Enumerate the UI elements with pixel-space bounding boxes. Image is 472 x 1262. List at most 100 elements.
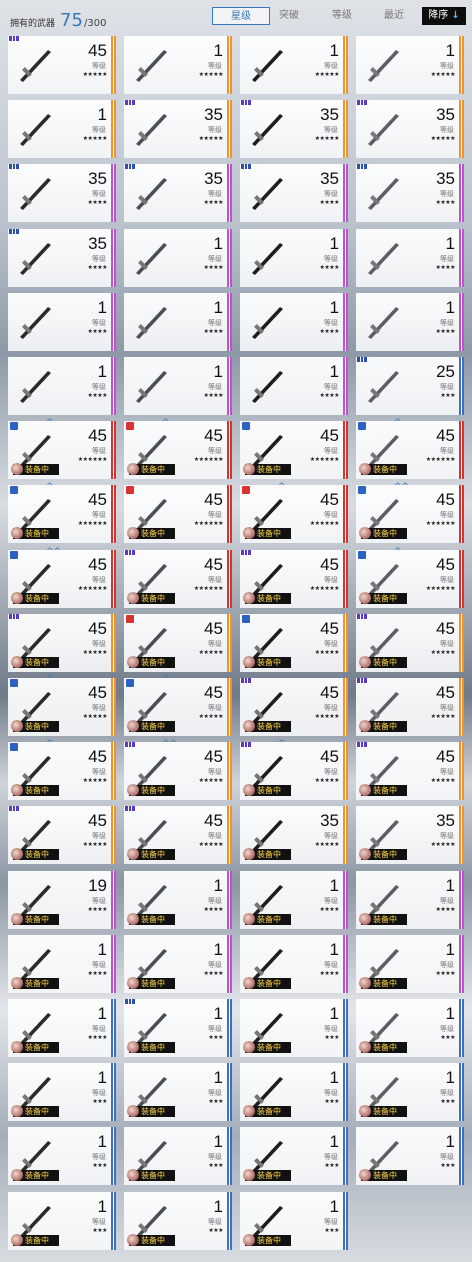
weapon-card[interactable]: ^ 45 等级 ★★★★★★ 装备中 — [8, 418, 116, 480]
lock-icon[interactable] — [10, 679, 18, 687]
weapon-card[interactable]: 1 等级 ★★★★ — [124, 292, 232, 351]
weapon-card[interactable]: 1 等级 ★★★★ 装备中 — [356, 934, 464, 993]
weapon-card[interactable]: 35 等级 ★★★★★ 装备中 — [356, 806, 464, 865]
weapon-card[interactable]: 35 等级 ★★★★★ — [356, 100, 464, 159]
weapon-card[interactable]: 1 等级 ★★★ 装备中 — [8, 1127, 116, 1186]
lock-icon[interactable] — [126, 422, 134, 431]
weapon-card[interactable]: ^ 45 等级 ★★★★★ 装备中 — [8, 675, 116, 736]
weapon-card[interactable]: 1 等级 ★★★★ — [8, 292, 116, 351]
lock-icon[interactable] — [10, 743, 18, 752]
weapon-card[interactable]: 45 等级 ★★★★★ 装备中 — [356, 742, 464, 801]
weapon-card[interactable]: 45 等级 ★★★★★ 装备中 — [240, 678, 348, 736]
weapon-card[interactable]: 1 等级 ★★★ 装备中 — [240, 1191, 348, 1250]
lock-icon[interactable] — [126, 486, 134, 495]
weapon-card[interactable]: 19 等级 ★★★★ 装备中 — [8, 870, 116, 929]
weapon-card[interactable]: 45 等级 ★★★★★ 装备中 — [124, 806, 232, 865]
weapon-card[interactable]: 45 等级 ★★★★★ 装备中 — [240, 613, 348, 672]
weapon-level: 45 — [88, 683, 107, 702]
lock-icon[interactable] — [242, 614, 250, 623]
equipped-badge: 装备中 — [243, 848, 291, 861]
equipped-badge: 装备中 — [243, 527, 291, 540]
weapon-card[interactable]: 35 等级 ★★★★ — [240, 164, 348, 223]
weapon-card[interactable]: 35 等级 ★★★★★ 装备中 — [240, 806, 348, 865]
weapon-card[interactable]: 1 等级 ★★★★ 装备中 — [124, 934, 232, 993]
weapon-card[interactable]: 1 等级 ★★★★ 装备中 — [124, 870, 232, 929]
lock-icon[interactable] — [242, 422, 250, 431]
rarity-bar — [459, 36, 464, 94]
lock-icon[interactable] — [358, 486, 366, 495]
weapon-card[interactable]: 1 等级 ★★★ 装备中 — [124, 1063, 232, 1122]
weapon-card[interactable]: 45 等级 ★★★★★ 装备中 — [124, 613, 232, 672]
weapon-card[interactable]: 1 等级 ★★★★ — [240, 228, 348, 287]
weapon-card[interactable]: 35 等级 ★★★★ — [8, 164, 116, 223]
weapon-card[interactable]: 1 等级 ★★★★ — [240, 357, 348, 415]
lock-icon[interactable] — [242, 486, 250, 495]
weapon-card[interactable]: 1 等级 ★★★★ 装备中 — [240, 870, 348, 929]
sort-button[interactable]: 降序 ↓ — [422, 7, 466, 25]
weapon-card[interactable]: 1 等级 ★★★ 装备中 — [240, 999, 348, 1057]
weapon-card[interactable]: 1 等级 ★★★★ — [124, 228, 232, 287]
weapon-card[interactable]: 45 等级 ★★★★★★ 装备中 — [240, 549, 348, 608]
weapon-card[interactable]: 1 等级 ★★★★ 装备中 — [240, 934, 348, 993]
tab-breakthrough[interactable]: 突破 — [260, 7, 318, 25]
lock-icon[interactable] — [126, 679, 134, 687]
weapon-card[interactable]: 1 等级 ★★★ 装备中 — [356, 1063, 464, 1122]
lock-icon[interactable] — [358, 422, 366, 431]
tab-recent[interactable]: 最近 — [365, 7, 423, 25]
weapon-card[interactable]: 1 等级 ★★★ 装备中 — [356, 999, 464, 1057]
weapon-card[interactable]: 1 等级 ★★★ 装备中 — [8, 1191, 116, 1250]
weapon-card[interactable]: 1 等级 ★★★★ — [356, 292, 464, 351]
weapon-card[interactable]: 45 等级 ★★★★★★ 装备中 — [240, 421, 348, 480]
weapon-card[interactable]: 1 等级 ★★★ 装备中 — [240, 1127, 348, 1186]
level-label: 等级 — [324, 254, 338, 263]
weapon-card[interactable]: 1 等级 ★★★ 装备中 — [356, 1127, 464, 1186]
weapon-card[interactable]: 35 等级 ★★★★★ — [240, 100, 348, 159]
weapon-card[interactable]: 1 等级 ★★★★★ — [124, 36, 232, 94]
weapon-card[interactable]: 45 等级 ★★★★★ 装备中 — [8, 613, 116, 672]
weapon-card[interactable]: 1 等级 ★★★★ — [356, 228, 464, 287]
tab-level[interactable]: 等级 — [313, 7, 371, 25]
weapon-card[interactable]: ^ 45 等级 ★★★★★ 装备中 — [124, 675, 232, 736]
weapon-card[interactable]: 1 等级 ★★★ 装备中 — [124, 1191, 232, 1250]
weapon-card[interactable]: ^ 45 等级 ★★★★★★ 装备中 — [240, 482, 348, 544]
weapon-card[interactable]: 1 等级 ★★★★ — [240, 292, 348, 351]
weapon-card[interactable]: 1 等级 ★★★★ — [124, 357, 232, 415]
weapon-card[interactable]: 1 等级 ★★★ 装备中 — [240, 1063, 348, 1122]
weapon-card[interactable]: 1 等级 ★★★★★ — [8, 100, 116, 159]
lock-icon[interactable] — [10, 550, 18, 559]
weapon-card[interactable]: 1 等级 ★★★★★ — [356, 36, 464, 94]
lock-icon[interactable] — [358, 550, 366, 559]
weapon-card[interactable]: ^ 45 等级 ★★★★★★ 装备中 — [124, 418, 232, 480]
weapon-card[interactable]: 1 等级 ★★★ 装备中 — [124, 1127, 232, 1186]
weapon-card[interactable]: 1 等级 ★★★★ 装备中 — [8, 934, 116, 993]
weapon-card[interactable]: 1 等级 ★★★★ 装备中 — [8, 999, 116, 1057]
weapon-card[interactable]: ^ 45 等级 ★★★★★ 装备中 — [240, 739, 348, 801]
weapon-card[interactable]: 35 等级 ★★★★ — [124, 164, 232, 223]
weapon-card[interactable]: 45 等级 ★★★★★ 装备中 — [8, 806, 116, 865]
weapon-card[interactable]: 45 等级 ★★★★★ 装备中 — [356, 678, 464, 736]
weapon-card[interactable]: 45 等级 ★★★★★ — [8, 36, 116, 94]
weapon-card[interactable]: 25 等级 ★★★ — [356, 357, 464, 415]
weapon-card[interactable]: ^ 45 等级 ★★★★★ 装备中 — [8, 739, 116, 801]
weapon-card[interactable]: 45 等级 ★★★★★ 装备中 — [356, 613, 464, 672]
weapon-card[interactable]: 1 等级 ★★★ 装备中 — [124, 999, 232, 1057]
weapon-card[interactable]: ^^ 45 等级 ★★★★★★ 装备中 — [8, 547, 116, 608]
lock-icon[interactable] — [10, 486, 18, 495]
weapon-card[interactable]: 35 等级 ★★★★ — [8, 228, 116, 287]
weapon-card[interactable]: ^ 45 等级 ★★★★★★ 装备中 — [8, 482, 116, 544]
lock-icon[interactable] — [10, 422, 18, 431]
weapon-card[interactable]: 45 等级 ★★★★★★ 装备中 — [124, 485, 232, 544]
weapon-card[interactable]: ^^ 45 等级 ★★★★★ 装备中 — [124, 739, 232, 801]
weapon-card[interactable]: ^ 45 等级 ★★★★★★ 装备中 — [356, 547, 464, 608]
weapon-card[interactable]: ^ 45 等级 ★★★★★★ 装备中 — [356, 418, 464, 480]
weapon-card[interactable]: 35 等级 ★★★★ — [356, 164, 464, 223]
lock-icon[interactable] — [126, 614, 134, 623]
weapon-level: 45 — [436, 554, 455, 574]
weapon-card[interactable]: 45 等级 ★★★★★★ 装备中 — [124, 549, 232, 608]
weapon-card[interactable]: 1 等级 ★★★ 装备中 — [8, 1063, 116, 1122]
weapon-card[interactable]: 35 等级 ★★★★★ — [124, 100, 232, 159]
weapon-card[interactable]: ^^ 45 等级 ★★★★★★ 装备中 — [356, 482, 464, 544]
weapon-card[interactable]: 1 等级 ★★★★★ — [240, 36, 348, 94]
weapon-card[interactable]: 1 等级 ★★★★ — [8, 357, 116, 415]
weapon-card[interactable]: 1 等级 ★★★★ 装备中 — [356, 870, 464, 929]
